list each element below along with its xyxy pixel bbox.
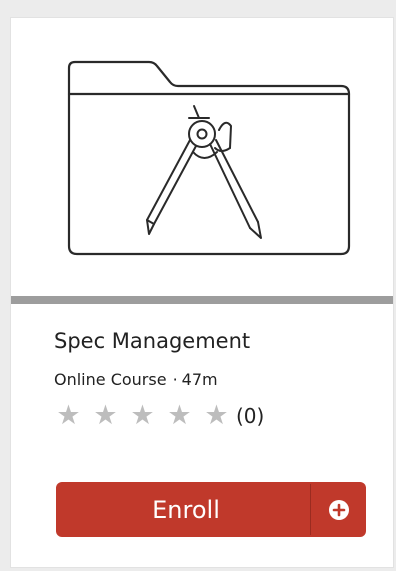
thumbnail-divider xyxy=(11,296,393,304)
rating: ★ ★ ★ ★ ★ (0) xyxy=(54,401,264,431)
star-icon: ★ xyxy=(93,400,118,431)
course-type: Online Course xyxy=(54,370,167,389)
course-title[interactable]: Spec Management xyxy=(54,329,250,353)
star-icon: ★ xyxy=(130,400,155,431)
plus-circle-icon[interactable] xyxy=(328,499,350,521)
meta-separator: · xyxy=(172,370,178,389)
course-duration: 47m xyxy=(181,370,218,389)
course-meta: Online Course · 47m xyxy=(54,370,218,389)
enroll-label[interactable]: Enroll xyxy=(56,482,310,537)
star-icon: ★ xyxy=(204,400,229,431)
course-thumbnail[interactable] xyxy=(11,18,393,296)
enroll-button[interactable]: Enroll xyxy=(56,482,366,537)
add-button[interactable] xyxy=(311,482,366,537)
rating-count: (0) xyxy=(236,404,265,428)
star-icon: ★ xyxy=(167,400,192,431)
folder-compass-icon xyxy=(67,60,351,256)
star-icon: ★ xyxy=(56,400,81,431)
course-card[interactable]: Spec Management Online Course · 47m ★ ★ ★ … xyxy=(11,18,393,567)
